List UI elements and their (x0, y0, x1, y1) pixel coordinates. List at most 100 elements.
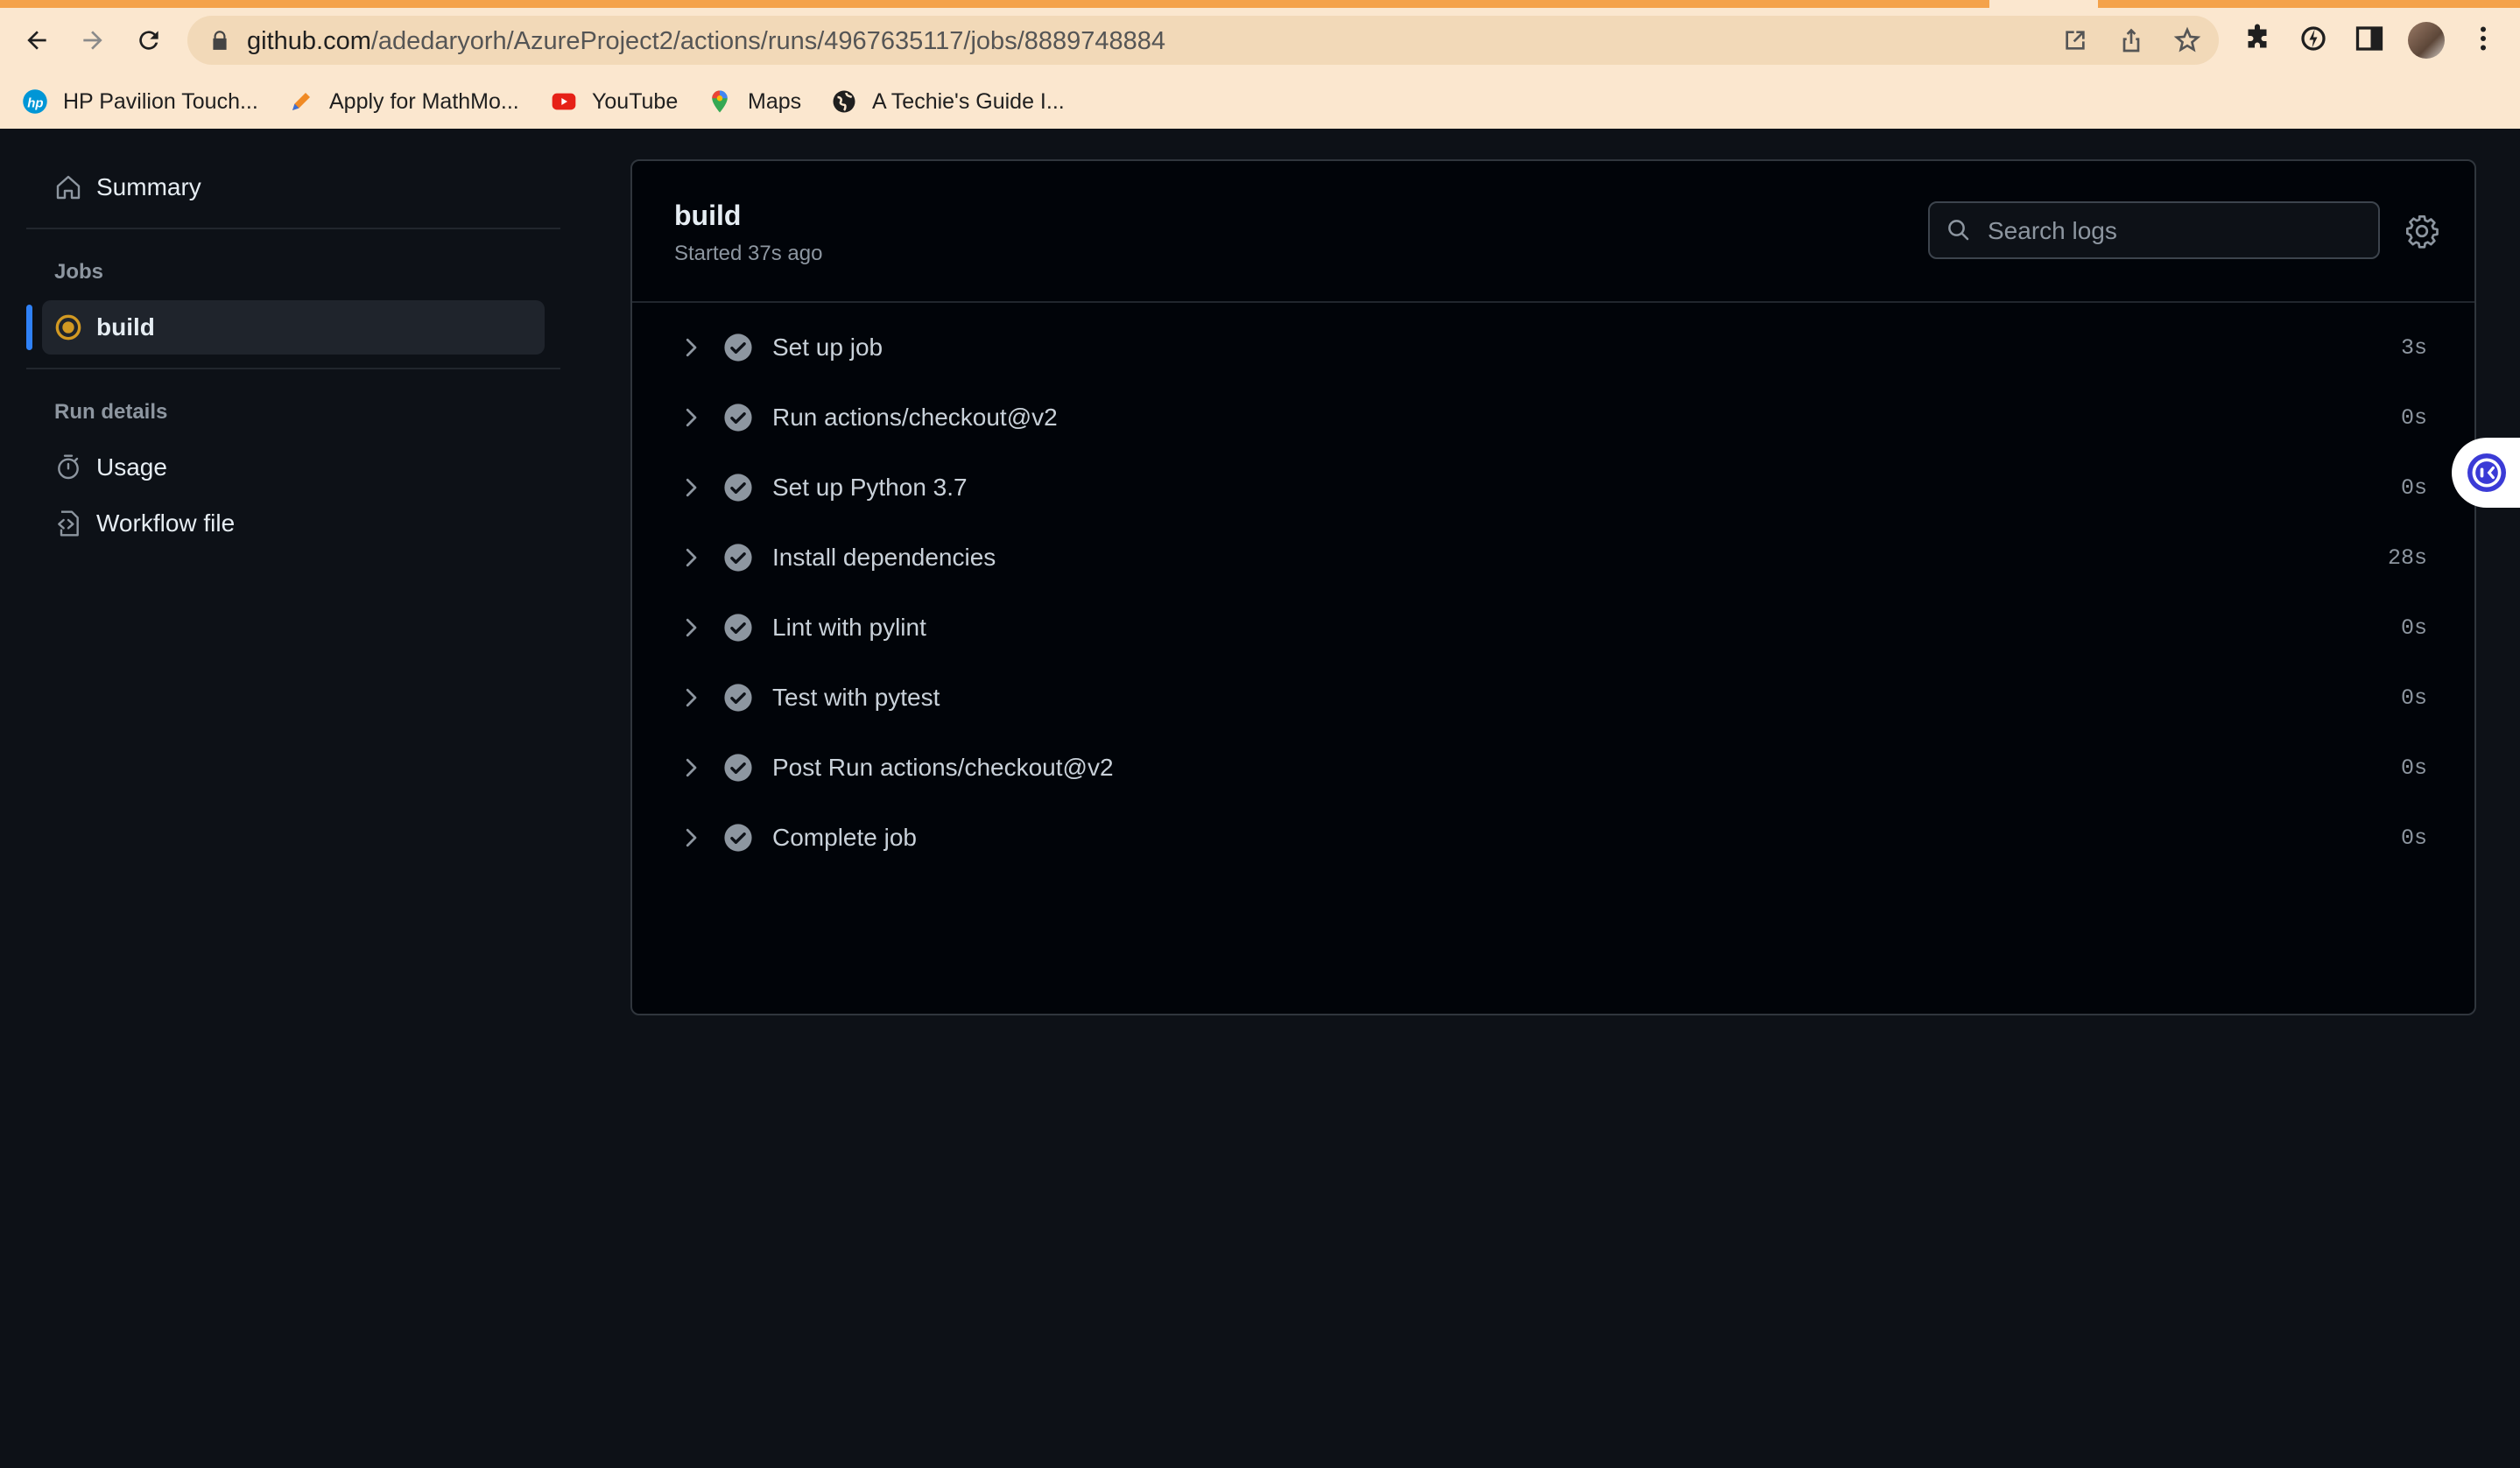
sidebar-usage-label: Usage (96, 453, 167, 481)
step-name: Test with pytest (772, 684, 940, 711)
chevron-right-icon (686, 618, 697, 637)
pencil-icon (287, 88, 315, 116)
gear-icon[interactable] (2404, 214, 2439, 249)
check-circle-icon (724, 754, 752, 782)
step-name: Install dependencies (772, 544, 996, 571)
job-started-text: Started 37s ago (674, 242, 823, 265)
bookmark-maps[interactable]: Maps (706, 84, 801, 119)
step-name: Run actions/checkout@v2 (772, 404, 1058, 431)
step-duration: 0s (2400, 755, 2427, 781)
job-header: build Started 37s ago (632, 161, 2474, 303)
bookmark-label: A Techie's Guide I... (872, 88, 1065, 114)
step-duration: 0s (2400, 474, 2427, 501)
page-load-progress-tail (2098, 0, 2520, 8)
bookmark-techies-guide[interactable]: A Techie's Guide I... (830, 84, 1065, 119)
url-text: github.com/adedaryorh/AzureProject2/acti… (247, 27, 1165, 56)
bookmark-label: YouTube (592, 88, 679, 114)
check-circle-icon (724, 544, 752, 572)
check-circle-icon (724, 824, 752, 852)
active-indicator (26, 305, 32, 350)
step-name: Lint with pylint (772, 614, 926, 641)
step-row[interactable]: Install dependencies 28s (667, 530, 2436, 585)
url-host: github.com (247, 27, 371, 55)
bookmark-mathmo[interactable]: Apply for MathMo... (287, 84, 519, 119)
stopwatch-icon (58, 454, 79, 480)
bookmark-label: Maps (748, 88, 802, 114)
step-row[interactable]: Run actions/checkout@v2 0s (667, 390, 2436, 445)
home-icon (56, 175, 81, 200)
chevron-right-icon (686, 478, 697, 497)
arrow-right-icon (83, 31, 102, 50)
step-duration: 0s (2400, 825, 2427, 851)
step-row[interactable]: Set up job 3s (667, 320, 2436, 375)
share-icon[interactable] (2117, 26, 2145, 54)
sidebar-usage[interactable]: Usage (54, 441, 167, 494)
step-row[interactable]: Test with pytest 0s (667, 671, 2436, 725)
search-icon (1948, 220, 1969, 241)
performance-icon[interactable] (2298, 23, 2329, 54)
bookmark-hp[interactable]: hp HP Pavilion Touch... (21, 84, 258, 119)
page-load-progress (0, 0, 1989, 8)
file-code-icon (58, 510, 79, 537)
chevron-right-icon (686, 828, 697, 847)
youtube-icon (550, 88, 578, 116)
sidebar-divider (26, 368, 560, 369)
step-duration: 0s (2400, 685, 2427, 711)
reload-icon (139, 31, 158, 50)
profile-avatar[interactable] (2408, 22, 2445, 59)
check-circle-icon (724, 614, 752, 642)
bookmark-label: HP Pavilion Touch... (63, 88, 258, 114)
sidebar-summary[interactable]: Summary (54, 161, 201, 214)
lock-icon (213, 31, 227, 50)
step-duration: 28s (2387, 544, 2427, 571)
kebab-menu-icon[interactable] (2467, 23, 2499, 54)
chevron-right-icon (686, 758, 697, 777)
sidebar-workflow-file[interactable]: Workflow file (54, 497, 235, 550)
chevron-right-icon (686, 408, 697, 427)
bookmark-youtube[interactable]: YouTube (550, 84, 678, 119)
arrow-left-icon (27, 31, 46, 50)
forward-button[interactable] (74, 21, 112, 60)
svg-text:hp: hp (27, 95, 43, 110)
hp-logo-icon: hp (21, 88, 49, 116)
check-circle-icon (724, 474, 752, 502)
in-progress-icon (55, 314, 81, 341)
sidebar-summary-label: Summary (96, 173, 201, 200)
side-panel-icon[interactable] (2354, 23, 2385, 54)
address-bar[interactable]: github.com/adedaryorh/AzureProject2/acti… (187, 16, 2219, 65)
bookmarks-bar: hp HP Pavilion Touch... Apply for MathMo… (0, 84, 2520, 119)
step-name: Complete job (772, 824, 917, 851)
check-circle-icon (724, 684, 752, 712)
search-logs-input[interactable] (1986, 210, 2366, 252)
step-duration: 0s (2400, 615, 2427, 641)
sidebar-divider (26, 228, 560, 229)
url-path: /adedaryorh/AzureProject2/actions/runs/4… (370, 27, 1166, 55)
extensions-puzzle-icon[interactable] (2242, 23, 2273, 54)
bookmark-label: Apply for MathMo... (329, 88, 519, 114)
check-circle-icon (724, 404, 752, 432)
bookmark-star-icon[interactable] (2173, 26, 2201, 54)
step-name: Post Run actions/checkout@v2 (772, 754, 1114, 781)
sidebar-workflow-file-label: Workflow file (96, 509, 236, 537)
job-log-panel: build Started 37s ago Set up job 3s Run … (630, 159, 2476, 1015)
reload-button[interactable] (130, 21, 168, 60)
step-duration: 0s (2400, 404, 2427, 431)
step-row[interactable]: Complete job 0s (667, 811, 2436, 865)
install-app-icon[interactable] (2061, 26, 2089, 54)
globe-icon (830, 88, 858, 116)
chevron-right-icon (686, 338, 697, 357)
step-row[interactable]: Post Run actions/checkout@v2 0s (667, 741, 2436, 795)
sidebar-job-build[interactable]: build (54, 301, 155, 354)
job-title: build (674, 200, 742, 231)
assistant-extension-widget[interactable] (2452, 438, 2520, 508)
back-button[interactable] (18, 21, 56, 60)
step-name: Set up job (772, 334, 883, 361)
step-row[interactable]: Lint with pylint 0s (667, 601, 2436, 655)
step-duration: 3s (2400, 334, 2427, 361)
step-row[interactable]: Set up Python 3.7 0s (667, 460, 2436, 515)
maps-pin-icon (706, 88, 734, 116)
search-logs-box[interactable] (1928, 201, 2380, 259)
check-circle-icon (724, 334, 752, 362)
jobs-heading: Jobs (54, 260, 104, 284)
chevron-right-icon (686, 548, 697, 567)
